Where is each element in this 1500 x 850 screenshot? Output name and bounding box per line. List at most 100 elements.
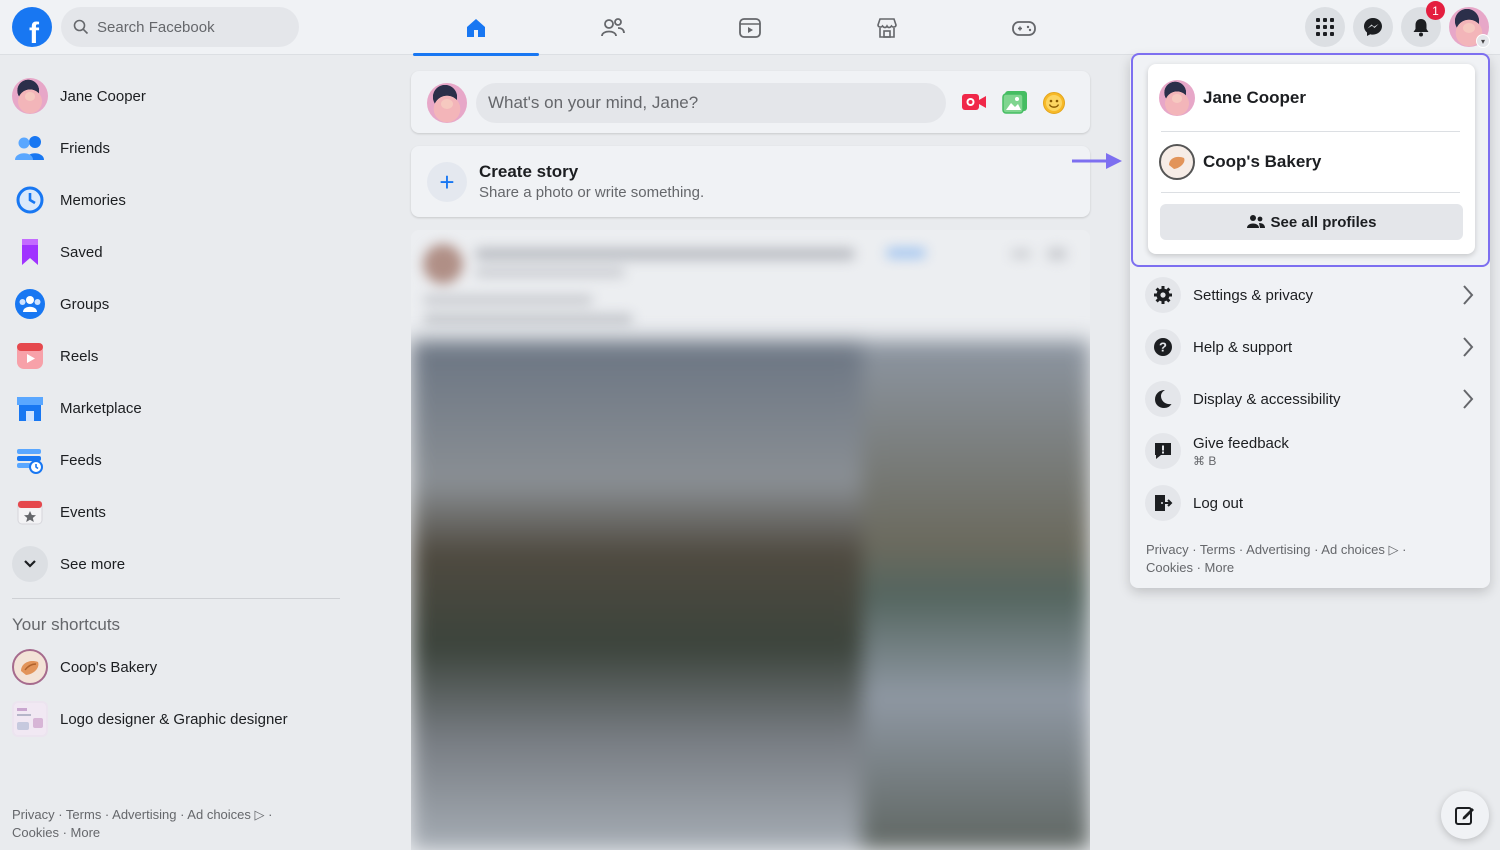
friends-icon [12,130,48,166]
sidebar-divider [12,598,340,599]
chevron-down-icon[interactable]: ▾ [1476,34,1490,48]
profiles-icon [1246,215,1265,228]
shortcut-label: Coop's Bakery [60,658,158,676]
page-thumbnail-icon [12,701,48,737]
sidebar-item-reels[interactable]: Reels [0,330,350,382]
feeling-emoji-icon[interactable] [1042,91,1066,120]
menu-item-display-accessibility[interactable]: Display & accessibility [1145,377,1475,421]
sidebar-item-label: Events [60,503,106,521]
profile-name: Coop's Bakery [1203,152,1322,171]
search-icon [73,19,89,35]
left-sidebar: Jane Cooper Friends Memories Saved Group… [0,70,350,745]
menu-item-label: Help & support [1193,338,1293,356]
story-subtitle: Share a photo or write something. [479,184,705,201]
sidebar-item-label: Reels [60,347,99,365]
feedback-icon [1145,433,1181,469]
footer-line[interactable]: Privacy · Terms · Advertising · Ad choic… [1146,541,1446,559]
notification-badge: 1 [1426,1,1445,20]
menu-footer-links[interactable]: Privacy · Terms · Advertising · Ad choic… [1146,541,1446,577]
footer-line[interactable]: Cookies · More [12,824,312,842]
sidebar-item-events[interactable]: Events [0,486,350,538]
shortcut-item-logo-designer[interactable]: Logo designer & Graphic designer [0,693,350,745]
sidebar-item-groups[interactable]: Groups [0,278,350,330]
profile-row-coops-bakery[interactable]: Coop's Bakery [1159,142,1464,182]
avatar[interactable] [427,83,467,123]
sidebar-item-label: Friends [60,139,111,157]
menu-item-label: Display & accessibility [1193,390,1341,408]
see-all-profiles-button[interactable]: See all profiles [1160,204,1463,240]
events-icon [12,494,48,530]
sidebar-item-feeds[interactable]: Feeds [0,434,350,486]
sidebar-footer-links[interactable]: Privacy · Terms · Advertising · Ad choic… [12,806,312,842]
sidebar-item-label: Marketplace [60,399,142,417]
reels-icon [12,338,48,374]
menu-item-label: Log out [1193,494,1244,512]
messenger-icon [1364,18,1382,36]
footer-line[interactable]: Cookies · More [1146,559,1446,577]
marketplace-icon [12,390,48,426]
sidebar-item-label: Jane Cooper [60,87,146,105]
chevron-down-icon [12,546,48,582]
profile-divider [1161,131,1460,132]
sidebar-item-profile[interactable]: Jane Cooper [0,70,350,122]
menu-item-give-feedback[interactable]: Give feedback ⌘ B [1145,429,1475,473]
live-video-icon[interactable] [961,91,987,118]
tab-friends[interactable] [550,0,676,55]
marketplace-icon [877,17,897,38]
post-header-blurred [411,230,1090,340]
post-composer: What's on your mind, Jane? [411,71,1090,133]
sidebar-item-label: Saved [60,243,103,261]
avatar [12,78,48,114]
chevron-right-icon [1463,337,1474,357]
feed-post-blurred [411,230,1090,850]
top-navigation-bar: f Search Facebook 1 ▾ [0,0,1500,56]
post-image-blurred [411,340,1090,850]
menu-item-settings-privacy[interactable]: Settings & privacy [1145,273,1475,317]
new-message-button[interactable] [1441,791,1489,839]
menu-item-help-support[interactable]: ? Help & support [1145,325,1475,369]
composer-input[interactable]: What's on your mind, Jane? [476,83,946,123]
shortcut-label: Logo designer & Graphic designer [60,710,288,728]
create-story-card[interactable]: + Create story Share a photo or write so… [411,146,1090,217]
tab-gaming[interactable] [961,0,1087,55]
menu-item-label: Give feedback [1193,434,1289,452]
tab-marketplace[interactable] [824,0,950,55]
facebook-logo[interactable]: f [12,7,52,47]
sidebar-item-saved[interactable]: Saved [0,226,350,278]
memories-icon [12,182,48,218]
chevron-right-icon [1463,285,1474,305]
groups-icon [12,286,48,322]
gear-icon [1145,277,1181,313]
profile-divider [1161,192,1460,193]
bell-icon [1413,19,1429,37]
menu-item-log-out[interactable]: Log out [1145,481,1475,525]
plus-icon: + [427,162,467,202]
sidebar-item-see-more[interactable]: See more [0,538,350,590]
arrow-pointer-icon [1072,151,1124,176]
shortcut-item-coops-bakery[interactable]: Coop's Bakery [0,641,350,693]
saved-icon [12,234,48,270]
svg-text:?: ? [1159,340,1167,355]
search-placeholder: Search Facebook [97,18,215,36]
profile-name: Jane Cooper [1203,88,1306,107]
menu-grid-button[interactable] [1305,7,1345,47]
sidebar-item-marketplace[interactable]: Marketplace [0,382,350,434]
profile-row-jane[interactable]: Jane Cooper [1159,78,1464,118]
sidebar-item-memories[interactable]: Memories [0,174,350,226]
tab-home[interactable] [413,0,539,56]
search-input[interactable]: Search Facebook [61,7,299,47]
sidebar-item-label: Groups [60,295,110,313]
messenger-button[interactable] [1353,7,1393,47]
footer-line[interactable]: Privacy · Terms · Advertising · Ad choic… [12,806,312,824]
chevron-right-icon [1463,389,1474,409]
sidebar-item-friends[interactable]: Friends [0,122,350,174]
moon-icon [1145,381,1181,417]
composer-placeholder: What's on your mind, Jane? [488,93,699,112]
tab-watch[interactable] [687,0,813,55]
sidebar-item-label: See more [60,555,126,573]
menu-item-label: Settings & privacy [1193,286,1314,304]
grid-icon [1316,18,1334,36]
photo-video-icon[interactable] [1002,90,1028,119]
keyboard-shortcut-hint: ⌘ B [1193,453,1217,468]
gaming-icon [1012,20,1036,36]
